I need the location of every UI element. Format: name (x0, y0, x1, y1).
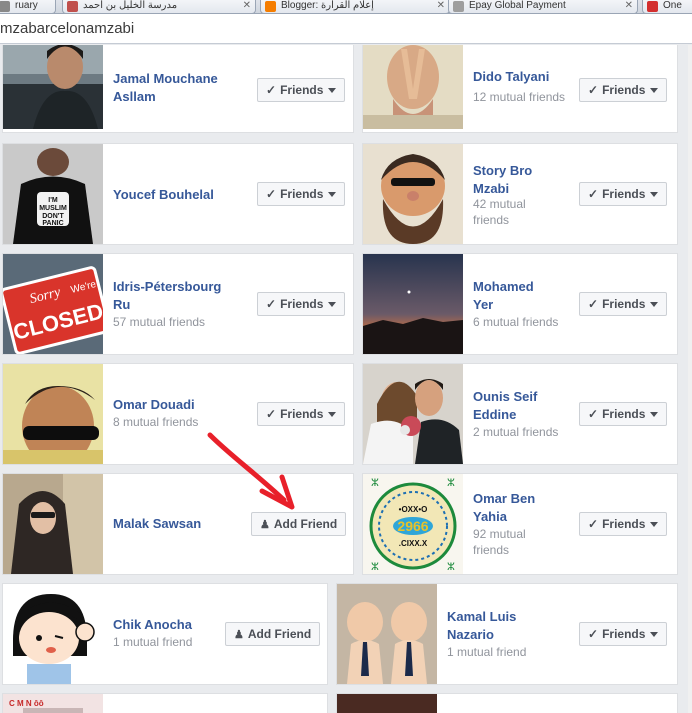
browser-tab-5[interactable]: One (642, 0, 692, 13)
browser-tab-2[interactable]: ﻣﺪﺭﺳﺔ ﺍﻟﺨﻠﻴﻞ ﺑﻦ ﺃﺣﻤﺪ ✕ (62, 0, 256, 13)
close-icon[interactable]: ✕ (625, 0, 633, 11)
address-text[interactable]: mzabarcelonamzabi (0, 20, 134, 37)
tab-favicon (647, 1, 658, 12)
browser-tab-1[interactable]: ruary (0, 0, 56, 13)
friends-grid: Jamal Mouchane Asllam ✓ Friends Dido Talya… (0, 45, 692, 713)
tab-favicon (0, 1, 10, 12)
browser-tab-3[interactable]: Blogger: ﺇﻋﻼﻡ ﺍﻟﻘﺮﺍﺭﺓ ✕ (260, 0, 450, 13)
close-icon[interactable]: ✕ (243, 0, 251, 11)
scrollbar[interactable] (688, 45, 692, 713)
annotation-arrow (207, 432, 295, 510)
address-bar[interactable]: mzabarcelonamzabi (0, 14, 692, 44)
browser-tab-bar: ruary ﻣﺪﺭﺳﺔ ﺍﻟﺨﻠﻴﻞ ﺑﻦ ﺃﺣﻤﺪ ✕ Blogger: ﺇﻋﻼ… (0, 0, 692, 14)
browser-tab-4[interactable]: Epay Global Payment ✕ (448, 0, 638, 13)
close-icon[interactable]: ✕ (437, 0, 445, 11)
tab-favicon (67, 1, 78, 12)
tab-favicon (265, 1, 276, 12)
tab-favicon (453, 1, 464, 12)
